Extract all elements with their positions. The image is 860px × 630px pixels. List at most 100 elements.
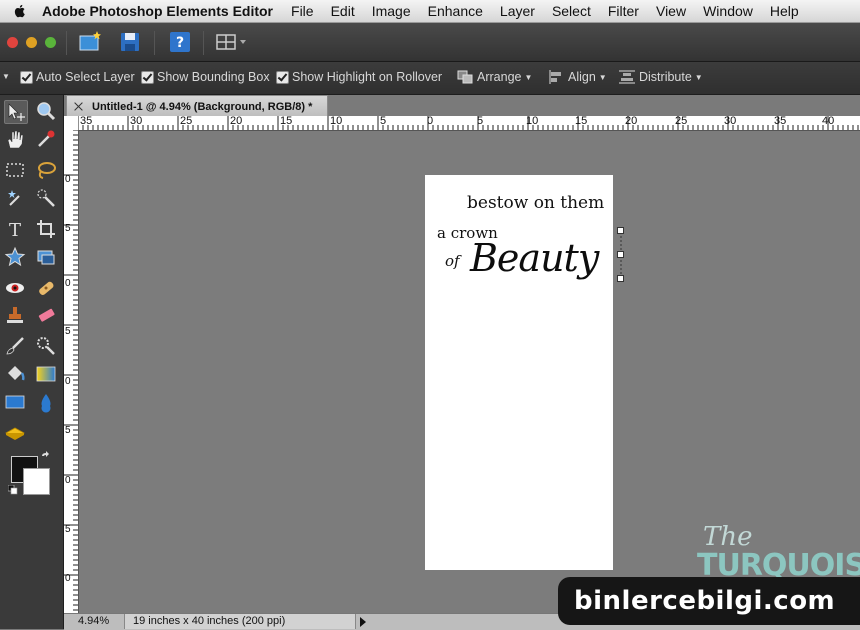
rectangular-marquee-tool-icon[interactable]	[4, 159, 26, 181]
divider	[154, 31, 155, 55]
ruler-label: 5	[477, 116, 484, 127]
clone-stamp-tool-icon[interactable]	[4, 304, 26, 326]
quick-selection-tool-icon[interactable]	[35, 187, 57, 209]
menu-edit[interactable]: Edit	[331, 3, 355, 19]
zoom-window-button[interactable]	[45, 37, 56, 48]
menu-view[interactable]: View	[656, 3, 686, 19]
checkbox-icon[interactable]	[141, 70, 154, 84]
auto-select-layer-option[interactable]: Auto Select Layer	[20, 70, 135, 84]
dropdown-caret-icon: ▼	[524, 72, 533, 82]
align-icon	[549, 70, 561, 84]
arrange-documents-icon[interactable]	[215, 30, 251, 54]
show-highlight-option[interactable]: Show Highlight on Rollover	[276, 70, 442, 84]
horizontal-ruler[interactable]: 35 30 25 20 15 10 5 0 5 10 15 20 25 30 3…	[78, 116, 860, 131]
ruler-label: 0	[65, 376, 71, 387]
ruler-label: 35	[774, 116, 787, 127]
menu-filter[interactable]: Filter	[608, 3, 639, 19]
status-menu-arrow-icon[interactable]	[360, 617, 366, 627]
ruler-label: 35	[80, 116, 93, 127]
menu-enhance[interactable]: Enhance	[428, 3, 483, 19]
sponge-tool-icon[interactable]	[4, 421, 26, 443]
distribute-label: Distribute	[639, 70, 692, 84]
help-icon[interactable]: ?	[168, 30, 192, 54]
distribute-menu[interactable]: Distribute ▼	[619, 70, 703, 84]
mac-menu-bar: Adobe Photoshop Elements Editor File Edi…	[0, 0, 860, 23]
ruler-label: 15	[575, 116, 588, 127]
ruler-label: 15	[280, 116, 293, 127]
apple-logo-icon[interactable]	[12, 3, 28, 19]
canvas-text-line-1[interactable]: bestow on them	[467, 193, 604, 213]
canvas-text-line-4[interactable]: Beauty	[470, 236, 599, 280]
menu-select[interactable]: Select	[552, 3, 591, 19]
ruler-label: 20	[230, 116, 243, 127]
zoom-tool-icon[interactable]	[35, 100, 57, 122]
ruler-label: 0	[65, 174, 71, 185]
menu-layer[interactable]: Layer	[500, 3, 535, 19]
cookie-cutter-tool-icon[interactable]	[4, 246, 26, 268]
type-tool-icon[interactable]: T	[4, 218, 26, 240]
menu-file[interactable]: File	[291, 3, 314, 19]
straighten-tool-icon[interactable]	[35, 246, 57, 268]
app-name-menu[interactable]: Adobe Photoshop Elements Editor	[42, 3, 273, 19]
close-window-button[interactable]	[7, 37, 18, 48]
toolbox-panel: T	[0, 95, 64, 629]
gradient-tool-icon[interactable]	[35, 363, 57, 385]
minimize-window-button[interactable]	[26, 37, 37, 48]
hand-tool-icon[interactable]	[4, 128, 26, 150]
application-bar: ?	[0, 23, 860, 62]
eyedropper-tool-icon[interactable]	[35, 128, 57, 150]
document-tab-title: Untitled-1 @ 4.94% (Background, RGB/8) *	[92, 100, 313, 113]
ruler-label: 20	[625, 116, 638, 127]
rectangle-shape-tool-icon[interactable]	[4, 391, 26, 413]
menu-image[interactable]: Image	[372, 3, 411, 19]
canvas-text-line-3[interactable]: of	[445, 252, 460, 270]
transform-handle[interactable]	[617, 227, 624, 234]
show-bounding-box-option[interactable]: Show Bounding Box	[141, 70, 270, 84]
arrange-icon	[457, 70, 473, 84]
menu-help[interactable]: Help	[770, 3, 799, 19]
ruler-label: 5	[380, 116, 387, 127]
new-document-icon[interactable]	[78, 30, 102, 54]
lasso-tool-icon[interactable]	[35, 159, 57, 181]
smart-brush-tool-icon[interactable]	[35, 335, 57, 357]
ruler-origin[interactable]	[64, 116, 79, 131]
ruler-label: 0	[65, 475, 71, 486]
show-bounding-box-label: Show Bounding Box	[157, 70, 270, 84]
ruler-label: 30	[724, 116, 737, 127]
healing-brush-tool-icon[interactable]	[35, 277, 57, 299]
tool-preset-caret-icon[interactable]: ▼	[2, 72, 10, 81]
save-icon[interactable]	[118, 30, 142, 54]
crop-tool-icon[interactable]	[35, 218, 57, 240]
close-tab-icon[interactable]	[74, 102, 83, 111]
ruler-label: 5	[65, 223, 71, 234]
distribute-icon	[619, 70, 635, 84]
brush-tool-icon[interactable]	[4, 335, 26, 357]
show-highlight-label: Show Highlight on Rollover	[292, 70, 443, 84]
vertical-ruler[interactable]: 0 5 0 5 0 5 0 5 0	[64, 130, 79, 613]
transform-handle[interactable]	[617, 251, 624, 258]
align-menu[interactable]: Align ▼	[548, 70, 607, 84]
document-tab[interactable]: Untitled-1 @ 4.94% (Background, RGB/8) *	[66, 95, 328, 117]
ruler-label: 0	[65, 573, 71, 584]
checkbox-icon[interactable]	[276, 70, 289, 84]
paint-bucket-tool-icon[interactable]	[4, 363, 26, 385]
transform-handle[interactable]	[617, 275, 624, 282]
watermark-site-text: binlercebilgi.com	[574, 586, 836, 616]
auto-select-layer-label: Auto Select Layer	[36, 70, 135, 84]
eraser-tool-icon[interactable]	[35, 304, 57, 326]
checkbox-icon[interactable]	[20, 70, 33, 84]
arrange-menu[interactable]: Arrange ▼	[457, 70, 532, 84]
zoom-level[interactable]: 4.94%	[78, 615, 109, 627]
vertical-ruler-ticks	[64, 130, 78, 611]
red-eye-removal-tool-icon[interactable]	[4, 277, 26, 299]
blur-tool-icon[interactable]	[35, 391, 57, 413]
menu-window[interactable]: Window	[703, 3, 753, 19]
svg-text:T: T	[9, 220, 21, 240]
ruler-label: 5	[65, 425, 71, 436]
swap-colors-icon[interactable]	[40, 451, 52, 463]
move-tool-icon[interactable]	[4, 100, 28, 124]
background-color-swatch[interactable]	[23, 468, 50, 495]
default-colors-icon[interactable]	[8, 485, 18, 495]
magic-wand-tool-icon[interactable]	[4, 187, 26, 209]
ruler-label: 10	[526, 116, 539, 127]
